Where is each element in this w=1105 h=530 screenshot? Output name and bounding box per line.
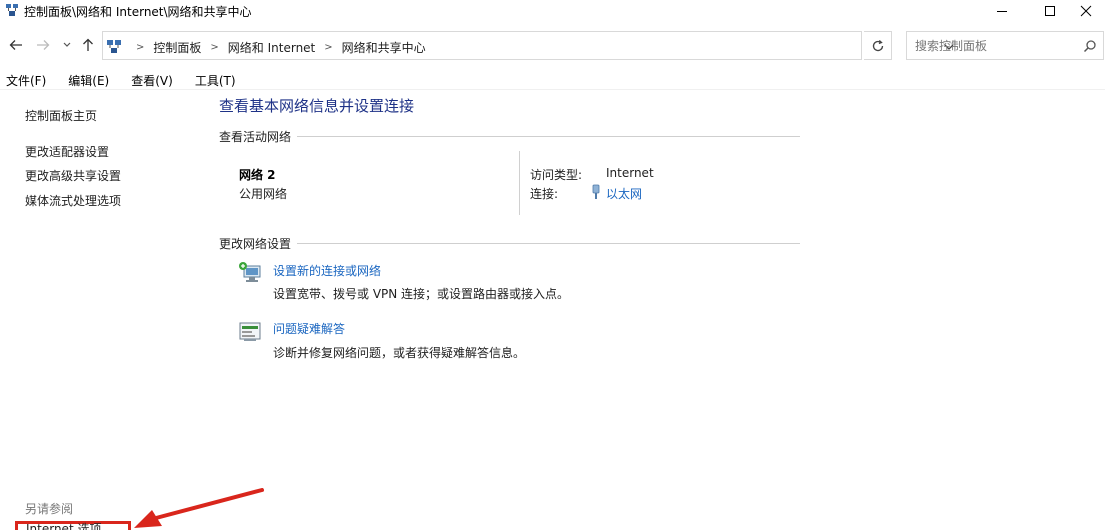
back-button[interactable] [8, 37, 24, 53]
network-setup-icon [238, 261, 264, 288]
active-networks-heading: 查看活动网络 [219, 130, 292, 144]
advanced-sharing-settings-link[interactable]: 更改高级共享设置 [25, 167, 121, 184]
ethernet-icon [591, 184, 601, 203]
media-streaming-options-link[interactable]: 媒体流式处理选项 [25, 192, 121, 209]
search-icon[interactable] [1083, 39, 1097, 56]
window-title: 控制面板\网络和 Internet\网络和共享中心 [24, 5, 252, 19]
breadcrumb-separator-icon[interactable]: > [210, 42, 218, 53]
change-settings-section-header: 更改网络设置 [219, 235, 801, 252]
back-arrow-icon [9, 40, 22, 50]
title-bar: 控制面板\网络和 Internet\网络和共享中心 [0, 0, 1105, 22]
connection-label: 连接: [530, 187, 559, 201]
active-networks-section-header: 查看活动网络 [219, 128, 801, 145]
vertical-divider [519, 151, 520, 215]
forward-arrow-icon [37, 40, 50, 50]
section-divider [297, 243, 801, 244]
see-also-heading: 另请参阅 [25, 502, 74, 516]
network-category: 公用网络 [239, 187, 288, 201]
navigation-bar: > 控制面板 > 网络和 Internet > 网络和共享中心 [0, 30, 1105, 60]
search-box[interactable] [906, 31, 1104, 60]
refresh-icon [872, 40, 884, 52]
forward-button[interactable] [35, 37, 51, 53]
left-navigation-pane: 控制面板主页 更改适配器设置 更改高级共享设置 媒体流式处理选项 另请参阅 In… [0, 91, 210, 530]
change-adapter-settings-link[interactable]: 更改适配器设置 [25, 143, 109, 160]
search-input[interactable] [915, 37, 1075, 55]
menu-tools[interactable]: 工具(T) [189, 70, 236, 89]
troubleshoot-icon [238, 320, 262, 347]
breadcrumb-separator-icon[interactable]: > [324, 42, 332, 53]
page-title: 查看基本网络信息并设置连接 [219, 97, 415, 115]
network-name: 网络 2 [239, 168, 276, 182]
network-center-icon [5, 3, 19, 20]
breadcrumb: > 控制面板 > 网络和 Internet > 网络和共享中心 [127, 39, 426, 56]
access-type-value: Internet [606, 166, 654, 180]
up-arrow-icon [83, 38, 93, 51]
menu-bar: 文件(F) 编辑(E) 查看(V) 工具(T) [0, 70, 1105, 90]
recent-locations-button[interactable] [61, 37, 73, 53]
internet-options-highlight: Internet 选项 [15, 521, 131, 530]
menu-view[interactable]: 查看(V) [125, 70, 173, 89]
close-button[interactable] [1062, 0, 1105, 22]
minimize-button[interactable] [978, 0, 1024, 22]
chevron-down-icon [63, 42, 71, 47]
change-settings-heading: 更改网络设置 [219, 237, 292, 251]
refresh-button[interactable] [864, 31, 892, 60]
breadcrumb-network-internet[interactable]: 网络和 Internet [228, 39, 315, 56]
control-panel-icon [106, 38, 122, 57]
internet-options-link[interactable]: Internet 选项 [26, 520, 101, 530]
menu-file[interactable]: 文件(F) [0, 70, 46, 89]
breadcrumb-control-panel[interactable]: 控制面板 [153, 39, 201, 56]
section-divider [297, 136, 801, 137]
red-arrow-annotation-icon [134, 488, 264, 528]
address-bar[interactable]: > 控制面板 > 网络和 Internet > 网络和共享中心 [102, 31, 954, 60]
control-panel-home-link[interactable]: 控制面板主页 [25, 107, 97, 124]
breadcrumb-separator-icon: > [136, 42, 145, 53]
troubleshoot-problems-desc: 诊断并修复网络问题，或者获得疑难解答信息。 [273, 346, 526, 360]
breadcrumb-sharing-center[interactable]: 网络和共享中心 [342, 39, 426, 56]
menu-edit[interactable]: 编辑(E) [62, 70, 109, 89]
up-button[interactable] [80, 37, 96, 53]
setup-new-connection-link[interactable]: 设置新的连接或网络 [273, 262, 381, 279]
access-type-label: 访问类型: [530, 168, 583, 182]
ethernet-connection-link[interactable]: 以太网 [606, 185, 642, 202]
troubleshoot-problems-link[interactable]: 问题疑难解答 [273, 320, 345, 337]
setup-new-connection-desc: 设置宽带、拨号或 VPN 连接；或设置路由器或接入点。 [273, 287, 570, 301]
